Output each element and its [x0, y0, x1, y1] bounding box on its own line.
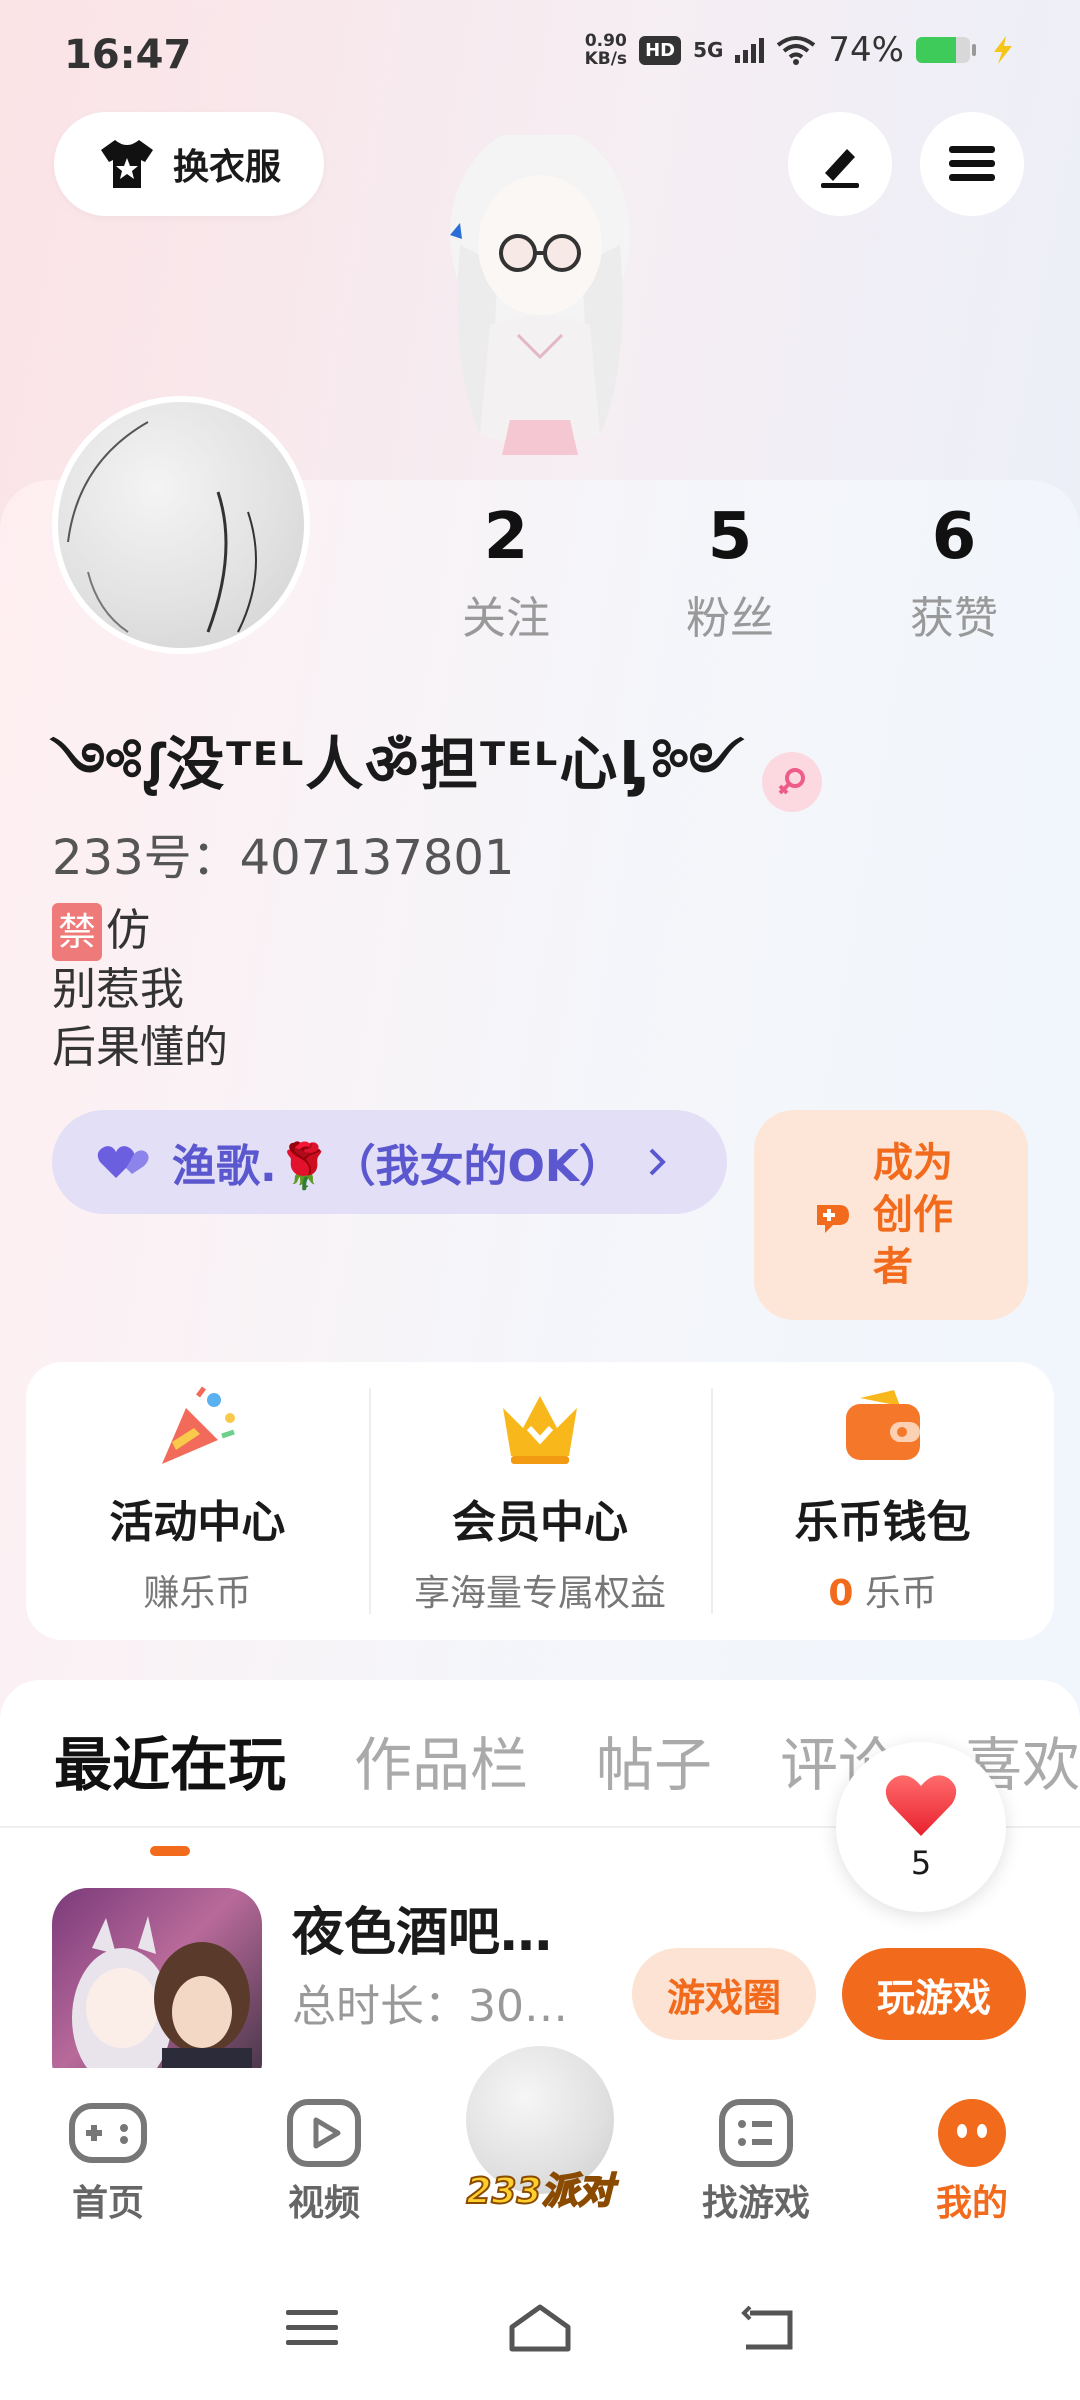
nav-mine-label: 我的: [935, 2183, 1008, 2224]
nav-party[interactable]: 233派对: [440, 2010, 640, 2213]
bio-line-1-text: 仿: [106, 905, 151, 956]
wifi-icon: [777, 36, 816, 65]
bio-line-1: 禁仿: [52, 902, 228, 961]
game-cover-art: [72, 1916, 252, 2098]
avatar-image: [67, 421, 257, 633]
pen-icon: [821, 149, 859, 188]
network-speed-value: 0.90: [584, 31, 627, 51]
crown-icon: [503, 1396, 577, 1464]
menu-button[interactable]: [920, 112, 1024, 216]
vip-center[interactable]: 会员中心 享海量专属权益: [368, 1362, 712, 1640]
stat-fans[interactable]: 5 粉丝: [640, 500, 820, 646]
gamepad-icon: [69, 2103, 147, 2163]
user-id: 233号：407137801: [52, 830, 515, 886]
hd-icon: HD: [639, 35, 682, 65]
tab-works[interactable]: 作品栏: [354, 1718, 528, 1802]
stat-fans-label: 粉丝: [686, 593, 774, 644]
family-link[interactable]: 渔歌.🌹（我女的OK）: [52, 1110, 727, 1214]
play-icon: [287, 2099, 361, 2167]
system-nav-bar: [0, 2268, 1080, 2388]
wallet-icon: [845, 1390, 920, 1460]
bio-line-2: 别惹我: [52, 964, 184, 1015]
charging-icon: [994, 36, 1012, 64]
game-circle-button[interactable]: 游戏圈: [632, 1948, 816, 2040]
back-icon[interactable]: [740, 2303, 796, 2353]
party-popper-icon: [162, 1386, 236, 1464]
nav-home-label: 首页: [71, 2183, 144, 2224]
game-icon[interactable]: [52, 1888, 262, 2098]
avatar-figure[interactable]: [420, 135, 660, 485]
heart-icon: [885, 1775, 957, 1836]
stat-likes-value: 6: [931, 500, 977, 574]
activity-center-sub: 赚乐币: [143, 1573, 252, 1614]
nav-find-games-label: 找游戏: [701, 2183, 810, 2224]
nav-home[interactable]: 首页: [28, 2098, 188, 2226]
stat-following-value: 2: [483, 500, 529, 574]
services-panel: 活动中心 赚乐币 会员中心 享海量专属权益 乐币钱包 0 乐币: [26, 1362, 1054, 1640]
shirt-icon: [100, 140, 153, 188]
coin-wallet[interactable]: 乐币钱包 0 乐币: [711, 1362, 1054, 1640]
like-count: 5: [910, 1844, 932, 1882]
status-bar: 16:47 0.90 KB/s HD 5G 74%: [0, 0, 1080, 110]
avatar[interactable]: [52, 396, 310, 654]
bio: 禁仿 别惹我 后果懂的: [52, 902, 228, 1077]
family-label: 渔歌.🌹（我女的OK）: [172, 1141, 623, 1192]
network-type: 5G: [693, 38, 724, 62]
coin-unit: 乐币: [864, 1573, 937, 1614]
activity-center[interactable]: 活动中心 赚乐币: [26, 1362, 369, 1640]
status-time: 16:47: [64, 32, 192, 78]
stat-following[interactable]: 2 关注: [416, 500, 596, 646]
nav-video-label: 视频: [287, 2183, 360, 2224]
play-game-button[interactable]: 玩游戏: [842, 1948, 1026, 2040]
menu-icon: [949, 146, 995, 181]
activity-center-title: 活动中心: [109, 1497, 286, 1548]
nav-find-games[interactable]: 找游戏: [676, 2098, 836, 2226]
network-speed-unit: KB/s: [584, 49, 628, 69]
coin-wallet-sub: 0 乐币: [828, 1564, 937, 1616]
ban-badge: 禁: [52, 903, 103, 961]
list-icon: [719, 2099, 793, 2167]
vip-center-sub: 享海量专属权益: [414, 1573, 667, 1614]
party-label: 233派对: [465, 2170, 614, 2213]
status-icons: 0.90 KB/s HD 5G 74%: [585, 30, 1018, 70]
change-outfit-button[interactable]: 换衣服: [54, 112, 324, 216]
battery-percent: 74%: [828, 30, 904, 70]
mine-icon: [938, 2099, 1006, 2167]
tab-posts[interactable]: 帖子: [596, 1718, 712, 1802]
become-creator-button[interactable]: 成为创作者: [754, 1110, 1028, 1320]
nav-mine[interactable]: 我的: [892, 2098, 1052, 2226]
home-icon[interactable]: [508, 2303, 572, 2353]
vip-center-title: 会员中心: [452, 1497, 628, 1548]
battery-fill: [916, 37, 956, 63]
edit-profile-button[interactable]: [788, 112, 892, 216]
game-title[interactable]: 夜色酒吧…: [292, 1890, 552, 1965]
like-bubble[interactable]: 5: [836, 1742, 1006, 1912]
bio-line-3: 后果懂的: [52, 1022, 228, 1073]
female-symbol: [778, 767, 805, 794]
change-outfit-label: 换衣服: [172, 147, 281, 188]
stat-likes-label: 获赞: [910, 593, 998, 644]
nav-video[interactable]: 视频: [244, 2098, 404, 2226]
coin-wallet-title: 乐币钱包: [794, 1497, 971, 1548]
stat-following-label: 关注: [462, 593, 550, 644]
stat-likes[interactable]: 6 获赞: [864, 500, 1044, 646]
signal-icon: [735, 37, 765, 63]
female-icon: [761, 751, 822, 812]
stat-fans-value: 5: [707, 500, 753, 574]
battery-icon: [916, 37, 970, 63]
chevron-right-icon: [649, 1148, 666, 1176]
hearts-icon: [97, 1146, 149, 1178]
creator-icon: [817, 1205, 849, 1233]
network-speed: 0.90 KB/s: [585, 32, 627, 68]
become-creator-label: 成为创作者: [873, 1140, 953, 1290]
coin-balance: 0: [828, 1573, 854, 1614]
recent-apps-icon[interactable]: [284, 2306, 340, 2350]
tab-recent-played[interactable]: 最近在玩: [54, 1718, 286, 1802]
battery-cap: [972, 44, 976, 56]
